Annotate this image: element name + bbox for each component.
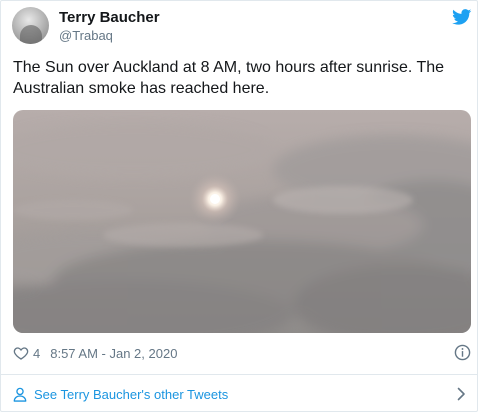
tweet-text: The Sun over Auckland at 8 AM, two hours…: [13, 59, 445, 97]
person-icon: [13, 387, 27, 402]
tweet-photo[interactable]: [13, 110, 471, 333]
other-tweets-link[interactable]: See Terry Baucher's other Tweets: [13, 384, 468, 404]
heart-icon[interactable]: [13, 345, 29, 361]
chevron-right-icon[interactable]: [457, 387, 466, 401]
other-tweets-label[interactable]: See Terry Baucher's other Tweets: [34, 387, 228, 402]
author-name[interactable]: Terry Baucher: [59, 9, 160, 26]
embedded-tweet-card: Terry Baucher @Trabaq The Sun over Auckl…: [0, 0, 478, 412]
twitter-bird-icon[interactable]: [452, 9, 472, 25]
author-handle[interactable]: @Trabaq: [59, 28, 113, 43]
tweet-meta: 4 8:57 AM - Jan 2, 2020: [13, 343, 471, 363]
avatar[interactable]: [12, 7, 49, 44]
info-icon[interactable]: [454, 344, 471, 361]
divider: [1, 374, 477, 375]
tweet-timestamp[interactable]: 8:57 AM - Jan 2, 2020: [50, 346, 177, 361]
like-count[interactable]: 4: [33, 346, 40, 361]
